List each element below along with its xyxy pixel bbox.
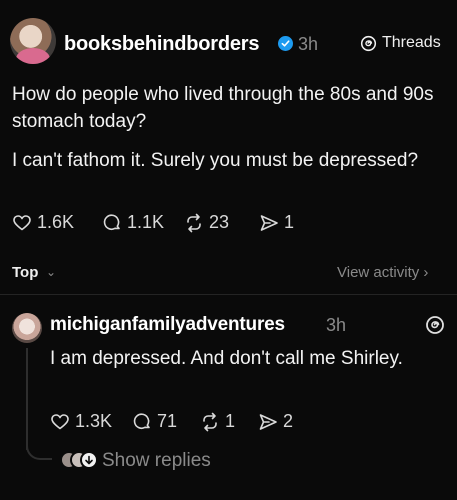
reply-like-count: 1.3K	[75, 411, 113, 431]
chevron-down-icon[interactable]: ⌄	[46, 265, 56, 279]
repost-button[interactable]: 23	[184, 212, 229, 233]
reply-avatar[interactable]	[12, 313, 42, 343]
share-icon	[260, 214, 278, 231]
threads-link-button[interactable]: Threads	[360, 34, 441, 52]
post-username[interactable]: booksbehindborders	[64, 33, 260, 56]
repost-count: 23	[209, 212, 230, 232]
share-count: 1	[284, 212, 295, 232]
reply-username[interactable]: michiganfamilyadventures	[50, 314, 285, 336]
replier-avatars[interactable]	[60, 451, 98, 471]
sort-dropdown[interactable]: Top	[12, 264, 38, 281]
share-button[interactable]: 1	[259, 212, 294, 233]
post-text-paragraph-1: How do people who lived through the 80s …	[12, 84, 434, 132]
repost-icon	[187, 213, 201, 232]
reply-text: I am depressed. And don't call me Shirle…	[50, 348, 403, 369]
post-text-paragraph-2: I can't fathom it. Surely you must be de…	[12, 150, 419, 171]
comment-icon	[133, 412, 150, 429]
reply-timestamp: 3h	[326, 315, 347, 335]
show-replies-link[interactable]: Show replies	[102, 450, 211, 472]
threads-logo-icon[interactable]	[425, 315, 445, 335]
comment-count: 1.1K	[127, 212, 165, 232]
reply-like-button[interactable]: 1.3K	[50, 411, 112, 432]
heart-icon	[13, 214, 31, 230]
reply-repost-button[interactable]: 1	[200, 411, 235, 432]
reply-share-button[interactable]: 2	[258, 411, 293, 432]
view-activity-link[interactable]: View activity ›	[337, 264, 428, 281]
comment-icon	[103, 213, 120, 230]
threads-logo-icon	[360, 35, 377, 51]
reply-repost-count: 1	[225, 411, 236, 431]
share-icon	[259, 413, 277, 430]
sort-bar: Top ⌄ View activity ›	[0, 255, 457, 295]
post-timestamp: 3h	[298, 34, 319, 54]
heart-icon	[51, 413, 69, 429]
reply-comment-count: 71	[157, 411, 178, 431]
repost-icon	[203, 412, 217, 431]
arrow-down-icon	[80, 451, 98, 469]
reply-comment-button[interactable]: 71	[132, 411, 177, 432]
verified-badge-icon	[278, 36, 293, 51]
comment-button[interactable]: 1.1K	[102, 212, 164, 233]
like-count: 1.6K	[37, 212, 75, 232]
like-button[interactable]: 1.6K	[12, 212, 74, 233]
reply-share-count: 2	[283, 411, 294, 431]
thread-connector-curve	[26, 430, 52, 460]
threads-label: Threads	[382, 34, 441, 51]
avatar[interactable]	[10, 18, 56, 64]
